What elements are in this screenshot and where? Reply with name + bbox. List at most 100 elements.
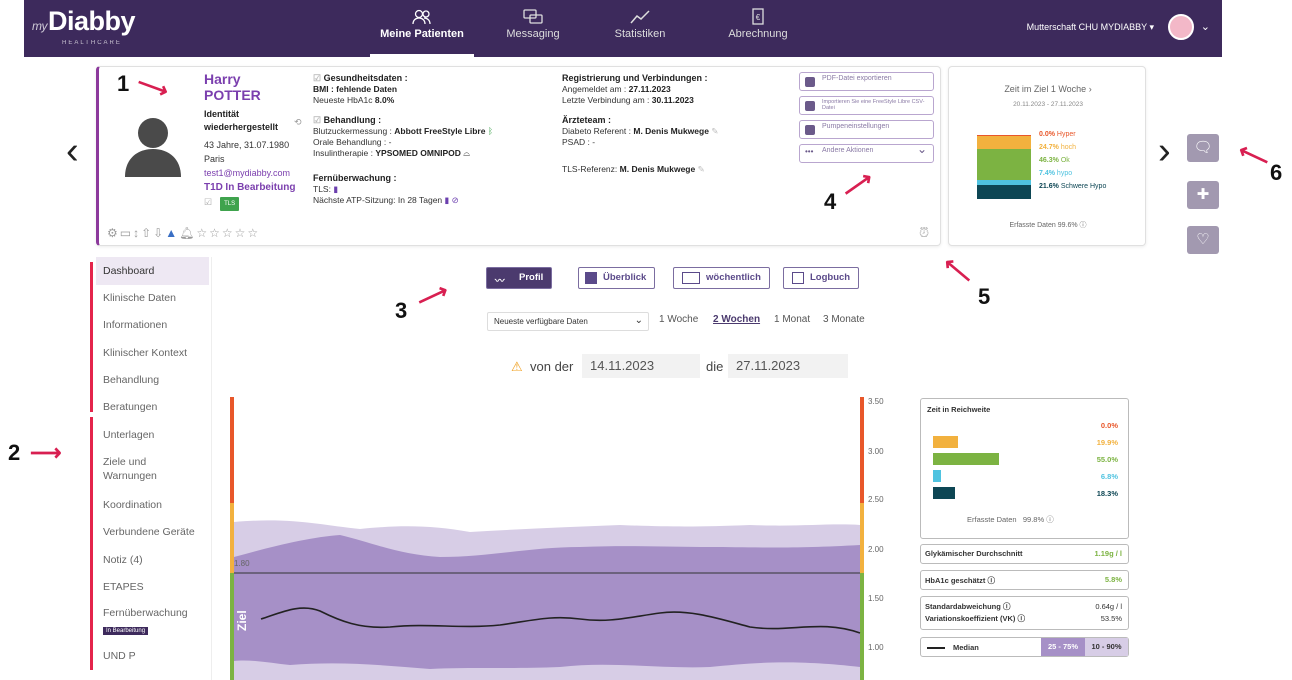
nav-messaging[interactable]: Messaging <box>498 0 568 57</box>
sidebar-item-informationen[interactable]: Informationen <box>96 318 209 332</box>
target-line-label: 1.80 <box>234 559 250 568</box>
sidebar-item-fernueberwachung[interactable]: Fernüberwachung <box>96 606 209 620</box>
bell-icon: 🔔︎ <box>179 226 197 240</box>
download-icon <box>805 101 815 111</box>
sidebar-item-koordination[interactable]: Koordination <box>96 498 209 512</box>
edit-icon: ✎ <box>711 126 719 136</box>
callout-1: 1 <box>117 71 130 96</box>
range-value: 19.9% <box>1096 438 1118 447</box>
annotation-bracket <box>90 417 93 670</box>
user-avatar[interactable] <box>1168 14 1194 40</box>
sidebar-item-ziele-warnungen[interactable]: Ziele und Warnungen <box>96 455 166 483</box>
time-in-range-title: Zeit in Reichweite <box>927 405 991 414</box>
arrow-up-icon: ⇧ <box>141 226 154 240</box>
document-icon: ▮ <box>444 195 450 205</box>
range-bar <box>933 436 958 448</box>
to-date-input[interactable]: 27.11.2023 <box>728 354 848 378</box>
patient-email[interactable]: test1@mydiabby.com <box>204 166 295 180</box>
glycemic-average: Glykämischer Durchschnitt 1.19g / l <box>920 544 1129 564</box>
remote-monitoring-badge: In Bearbeitung <box>103 627 149 635</box>
dashboard-panel: 〰 Profil Überblick wöchentlich Logbuch Ne… <box>211 257 1147 680</box>
export-pdf-button[interactable]: PDF-Datei exportieren <box>799 72 934 91</box>
top-navbar: myDiabby HEALTHCARE Meine Patienten Messa… <box>24 0 1222 57</box>
from-date-input[interactable]: 14.11.2023 <box>582 354 700 378</box>
info-icon: ⓘ <box>1002 602 1011 611</box>
range-value: 6.8% <box>1100 472 1118 481</box>
tab-ueberblick[interactable]: Überblick <box>578 267 656 289</box>
sidebar-item-etapes[interactable]: ETAPES <box>96 580 209 594</box>
sidebar-item-und-p[interactable]: UND P <box>96 649 209 663</box>
medical-kit-button[interactable]: ✚ <box>1187 181 1219 209</box>
y-tick: 2.00 <box>868 545 884 554</box>
y-tick: 1.00 <box>868 643 884 652</box>
target-label: Ziel <box>235 610 249 631</box>
period-1-monat[interactable]: 1 Monat <box>774 314 810 325</box>
nav-abrechnung[interactable]: € Abrechnung <box>720 0 796 57</box>
chat-icon <box>523 9 543 24</box>
check-icon: ☑ <box>313 73 322 83</box>
tab-profil[interactable]: 〰 Profil <box>486 267 553 289</box>
chevron-down-icon: ⌄ <box>916 142 927 156</box>
time-in-target-title[interactable]: Zeit im Ziel 1 Woche › <box>949 84 1147 94</box>
previous-patient-arrow-icon[interactable]: ‹ <box>66 130 79 173</box>
next-patient-arrow-icon[interactable]: › <box>1158 130 1171 173</box>
alarm-clock-icon[interactable]: ⏰︎ <box>919 225 929 241</box>
data-range-select[interactable]: Neueste verfügbare Daten ⌄ <box>487 312 649 331</box>
period-2-wochen[interactable]: 2 Wochen <box>713 314 760 325</box>
callout-3: 3 <box>395 298 408 323</box>
period-1-woche[interactable]: 1 Woche <box>659 314 698 325</box>
target-bar-label: 21.6% Schwere Hypo <box>1039 183 1107 190</box>
tab-logbuch[interactable]: Logbuch <box>783 267 860 289</box>
standard-deviation: Standardabweichung ⓘ 0.64g / l Variations… <box>920 596 1129 630</box>
import-csv-button[interactable]: Importieren Sie eine FreeStyle Libre CSV… <box>799 96 934 115</box>
document-icon: ▮ <box>333 184 339 194</box>
sidebar-item-verbundene-geraete[interactable]: Verbundene Geräte <box>96 525 209 539</box>
tab-woechentlich[interactable]: wöchentlich <box>673 267 770 289</box>
more-icon: ••• <box>805 147 814 156</box>
pump-settings-button[interactable]: Pumpeneinstellungen <box>799 120 934 139</box>
identity-status: Identität wiederhergestellt <box>204 109 279 132</box>
chevron-down-icon[interactable]: ⌄ <box>1201 20 1210 33</box>
calendar-icon <box>585 272 597 284</box>
patient-sidebar: Dashboard Klinische Daten Informationen … <box>96 257 209 680</box>
to-label: die <box>706 359 724 374</box>
sidebar-item-unterlagen[interactable]: Unterlagen <box>96 428 209 442</box>
from-label: von der <box>530 359 574 374</box>
organization-selector[interactable]: Mutterschaft CHU MYDIABBY ▾ <box>1027 22 1154 33</box>
range-bar <box>933 470 941 482</box>
registration-column: Registrierung und Verbindungen : Angemel… <box>562 73 719 174</box>
sidebar-item-notiz[interactable]: Notiz (4) <box>96 553 209 567</box>
period-3-monate[interactable]: 3 Monate <box>823 314 865 325</box>
y-tick: 1.50 <box>868 594 884 603</box>
app-logo[interactable]: myDiabby HEALTHCARE <box>32 6 136 46</box>
target-bar-label: 7.4% hypo <box>1039 170 1073 177</box>
sidebar-item-dashboard[interactable]: Dashboard <box>96 257 209 285</box>
check-icon: ☑ <box>313 115 322 125</box>
checkbox-icon[interactable]: ☑ <box>204 197 212 207</box>
nav-statistiken[interactable]: Statistiken <box>600 0 680 57</box>
chat-icon: 🗨︎ <box>1193 139 1213 156</box>
drop-icon: ▲ <box>165 226 180 240</box>
wave-icon: 〰 <box>495 276 505 287</box>
sidebar-item-beratungen[interactable]: Beratungen <box>96 400 209 414</box>
sidebar-item-behandlung[interactable]: Behandlung <box>96 373 209 387</box>
annotation-bracket <box>90 262 93 412</box>
patient-avatar-icon <box>125 118 181 177</box>
legend-25-75[interactable]: 25 - 75% <box>1041 638 1085 656</box>
chevron-right-icon: › <box>1088 84 1092 94</box>
callout-5: 5 <box>978 284 991 309</box>
sidebar-item-klinischer-kontext[interactable]: Klinischer Kontext <box>96 346 209 360</box>
process-status: In Bearbeitung <box>225 182 296 193</box>
sidebar-item-klinische-daten[interactable]: Klinische Daten <box>96 291 209 305</box>
other-actions-dropdown[interactable]: ••• Andere Aktionen ⌄ <box>799 142 934 163</box>
nav-meine-patienten[interactable]: Meine Patienten <box>370 0 474 57</box>
stethoscope-button[interactable]: ♡ <box>1187 226 1219 254</box>
refresh-icon[interactable]: ⟲ <box>294 117 302 128</box>
patient-quick-icons[interactable]: ⚙▭↕⇧⇩▲🔔︎☆☆☆☆☆ <box>107 226 260 240</box>
info-icon: ⓘ <box>1017 614 1026 623</box>
stats-icon <box>630 10 650 24</box>
legend-10-90[interactable]: 10 - 90% <box>1085 638 1128 656</box>
y-tick: 3.50 <box>868 397 884 406</box>
messages-button[interactable]: 🗨︎ <box>1187 134 1219 162</box>
callout-2: 2 <box>8 440 21 465</box>
